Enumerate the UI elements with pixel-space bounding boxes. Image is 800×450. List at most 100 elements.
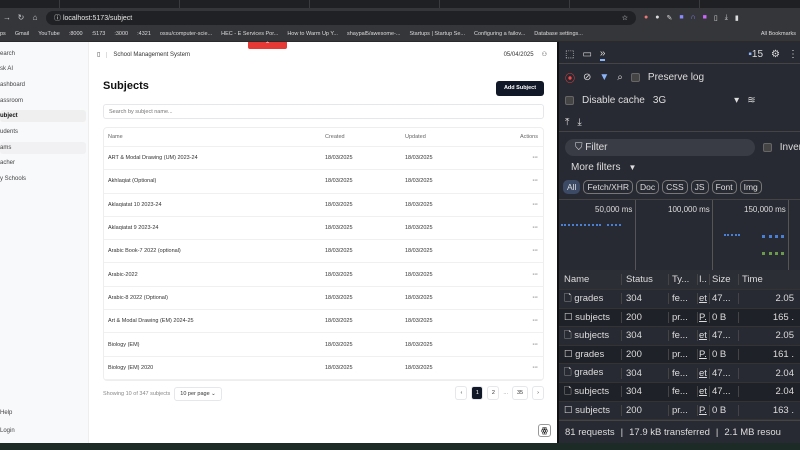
bookmark[interactable]: :8000 [69, 31, 83, 37]
row-actions-button[interactable]: ··· [505, 225, 543, 231]
download-icon[interactable]: ⤓ [577, 117, 581, 128]
row-actions-button[interactable]: ··· [505, 295, 543, 301]
col-initiator[interactable]: I.. [697, 274, 709, 285]
col-size[interactable]: Size [709, 274, 738, 285]
inspect-element-icon[interactable]: ⬚ [565, 49, 574, 60]
sidebar-toggle-icon[interactable]: ▯ [97, 51, 100, 58]
bookmark[interactable]: shaypal5/awesome-... [347, 31, 401, 37]
page-35-button[interactable]: 35 [512, 386, 528, 400]
table-row[interactable]: Biology (EM) 18/03/2025 18/03/2025 ··· [104, 333, 543, 357]
row-actions-button[interactable]: ··· [505, 155, 543, 161]
upload-icon[interactable]: ⤒ [565, 117, 569, 128]
sidebar-item-students[interactable]: udents [0, 126, 86, 138]
chip-font[interactable]: Font [711, 180, 737, 194]
preserve-log-checkbox[interactable] [630, 72, 640, 82]
bookmark[interactable]: ossu/computer-scie... [160, 31, 212, 37]
request-initiator[interactable]: et [697, 293, 709, 305]
page-2-button[interactable]: 2 [487, 386, 500, 400]
bookmark-gmail[interactable]: Gmail [15, 31, 29, 37]
col-name[interactable]: Name [559, 274, 621, 285]
table-row[interactable]: Biology (EM) 2020 18/03/2025 18/03/2025 ··· [104, 357, 543, 380]
chip-js[interactable]: JS [690, 180, 709, 194]
table-row[interactable]: Arabic Book-7 2022 (optional) 18/03/2025 1… [104, 240, 543, 264]
column-updated[interactable]: Updated [405, 134, 505, 140]
bookmark[interactable]: Database settings... [534, 31, 583, 37]
sidebar-item-help[interactable]: Help [0, 407, 86, 419]
table-row[interactable]: Aklaqiatat 10 2023-24 18/03/2025 18/03/202… [104, 194, 543, 217]
request-row[interactable]: 🗋 grades 304 fe... et 47... 2.05 [559, 290, 800, 309]
forward-icon[interactable]: → [0, 13, 14, 22]
bookmark[interactable]: Configuring a failov... [474, 31, 525, 37]
request-row[interactable]: 🗋 subjects 304 fe... et 47... 2.04 [559, 382, 800, 402]
more-tabs-icon[interactable]: » [599, 48, 606, 61]
request-initiator[interactable]: et [697, 367, 709, 379]
column-name[interactable]: Name [104, 134, 325, 140]
chip-all[interactable]: All [563, 180, 581, 194]
col-type[interactable]: Ty... [668, 274, 697, 285]
search-icon[interactable]: ⌕ [617, 72, 623, 83]
request-row[interactable]: 🗋 subjects 304 fe... et 47... 2.05 [559, 327, 800, 346]
sidebar-item-login[interactable]: Login [0, 425, 86, 437]
table-row[interactable]: Arabic-8 2022 (Optional) 18/03/2025 18/03/… [104, 287, 543, 311]
user-settings-icon[interactable]: ⚇ [542, 51, 547, 58]
all-bookmarks[interactable]: All Bookmarks [761, 31, 800, 37]
throttle-select[interactable]: 3G [653, 95, 666, 106]
table-row[interactable]: ART & Modal Drawing (UM) 2023-24 18/03/20… [104, 147, 543, 171]
browser-tab-strip[interactable] [0, 0, 800, 8]
sidebar-item-subject[interactable]: ubject [0, 110, 86, 122]
search-input[interactable] [103, 104, 544, 119]
sidebar-item-exams[interactable]: ams [0, 142, 86, 154]
bookmark[interactable]: How to Warm Up Y... [287, 31, 338, 37]
filter-input[interactable]: ⛉ Filter [565, 138, 755, 156]
extensions[interactable]: ● ● ✎ ■ ∩ ■ ▯ ⤓ ▮ [644, 14, 739, 22]
bookmark-youtube[interactable]: YouTube [38, 31, 60, 37]
reload-icon[interactable]: ↻ [14, 13, 28, 22]
throttle-dropdown-icon[interactable]: ▾ [734, 95, 739, 106]
row-actions-button[interactable]: ··· [505, 342, 543, 348]
page-1-button[interactable]: 1 [471, 386, 484, 400]
request-initiator[interactable]: et [697, 330, 709, 342]
bookmark-star-icon[interactable]: ☆ [622, 14, 628, 22]
prev-page-button[interactable]: ‹ [455, 386, 468, 400]
request-initiator[interactable]: et [697, 386, 709, 398]
table-row[interactable]: Art & Modal Drawing (EM) 2024-25 18/03/20… [104, 310, 543, 334]
network-overview-timeline[interactable]: 50,000 ms 100,000 ms 150,000 ms [559, 199, 800, 270]
sidebar-item-teacher[interactable]: acher [0, 157, 86, 169]
sidebar-item-my-schools[interactable]: y Schools [0, 173, 86, 185]
settings-gear-icon[interactable]: ⚙ [771, 49, 780, 60]
sidebar-item-search[interactable]: earch [0, 48, 86, 60]
home-icon[interactable]: ⌂ [28, 13, 42, 22]
disable-cache-checkbox[interactable] [565, 95, 574, 105]
table-row[interactable]: Aklaqiatat 9 2023-24 18/03/2025 18/03/2025… [104, 217, 543, 241]
col-status[interactable]: Status [621, 274, 668, 285]
chip-css[interactable]: CSS [662, 180, 688, 194]
request-row[interactable]: ☐ grades 200 pr... P. 0 B 161 . [559, 345, 800, 365]
row-actions-button[interactable]: ··· [505, 272, 543, 278]
chip-doc[interactable]: Doc [636, 180, 660, 194]
request-row[interactable]: 🗋 grades 304 fe... et 47... 2.04 [559, 364, 800, 383]
request-row[interactable]: ☐ subjects 200 pr... P. 0 B 163 . [559, 402, 800, 421]
bookmark[interactable]: :5173 [92, 31, 106, 37]
site-info-icon[interactable]: ⓘ [54, 15, 63, 22]
sidebar-item-ask-ai[interactable]: sk AI [0, 63, 86, 75]
bookmark[interactable]: :3000 [114, 31, 128, 37]
per-page-select[interactable]: 10 per page ⌄ [174, 387, 222, 401]
add-subject-button[interactable]: Add Subject [496, 81, 544, 96]
col-time[interactable]: Time [738, 274, 798, 285]
sidebar-item-dashboard[interactable]: ashboard [0, 79, 86, 91]
kebab-menu-icon[interactable]: ⋮ [788, 49, 800, 60]
record-icon[interactable]: ⦿ [565, 70, 575, 85]
network-conditions-icon[interactable]: ≋ [747, 95, 755, 106]
bookmark[interactable]: :4321 [137, 31, 151, 37]
next-page-button[interactable]: › [532, 386, 544, 400]
clear-icon[interactable]: ⊘ [583, 72, 591, 83]
row-actions-button[interactable]: ··· [505, 318, 543, 324]
issues-icon[interactable]: ▪15 [748, 49, 763, 60]
invert-checkbox[interactable] [762, 142, 772, 152]
chip-img[interactable]: Img [739, 180, 762, 194]
column-created[interactable]: Created [325, 134, 405, 140]
row-actions-button[interactable]: ··· [505, 202, 543, 208]
row-actions-button[interactable]: ··· [505, 178, 543, 184]
bookmark[interactable]: Startups | Startup Se... [409, 31, 465, 37]
filter-funnel-icon[interactable]: ▼ [599, 72, 609, 83]
